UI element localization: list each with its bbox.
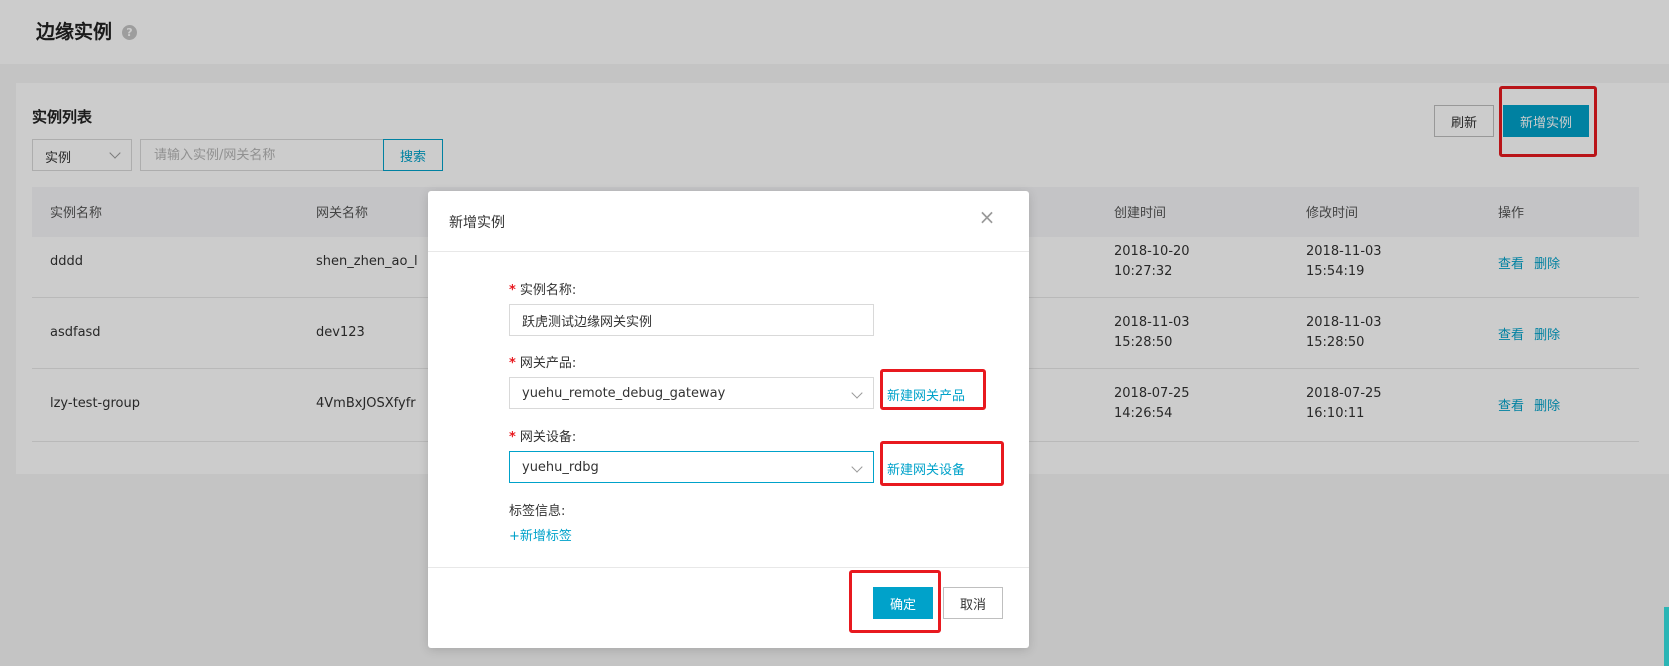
cancel-button[interactable]: 取消	[943, 587, 1003, 619]
instance-name-input[interactable]: 跃虎测试边缘网关实例	[509, 304, 874, 336]
add-instance-dialog: 新增实例 × * 实例名称: 跃虎测试边缘网关实例 * 网关产品: yuehu_re…	[428, 191, 1029, 648]
gateway-product-label: * 网关产品:	[509, 356, 577, 371]
add-tag-link[interactable]: +新增标签	[509, 525, 572, 544]
chevron-down-icon	[851, 461, 863, 473]
dialog-footer-divider	[428, 567, 1029, 568]
required-mark: *	[509, 283, 516, 298]
dialog-title: 新增实例	[449, 215, 505, 231]
new-gateway-device-link[interactable]: 新建网关设备	[887, 459, 965, 478]
gateway-device-select[interactable]: yuehu_rdbg	[509, 451, 874, 483]
close-icon[interactable]: ×	[977, 207, 997, 227]
gateway-product-value: yuehu_remote_debug_gateway	[522, 385, 726, 401]
tag-info-label: 标签信息:	[509, 504, 566, 519]
required-mark: *	[509, 430, 516, 445]
confirm-button[interactable]: 确定	[873, 587, 933, 619]
dialog-header-divider	[428, 251, 1029, 252]
gateway-device-value: yuehu_rdbg	[522, 459, 599, 475]
chevron-down-icon	[851, 387, 863, 399]
new-gateway-product-link[interactable]: 新建网关产品	[887, 385, 965, 404]
required-mark: *	[509, 356, 516, 371]
gateway-device-label: * 网关设备:	[509, 430, 577, 445]
side-widget-tab[interactable]	[1664, 607, 1669, 666]
gateway-product-select[interactable]: yuehu_remote_debug_gateway	[509, 377, 874, 409]
instance-name-label: * 实例名称:	[509, 283, 577, 298]
